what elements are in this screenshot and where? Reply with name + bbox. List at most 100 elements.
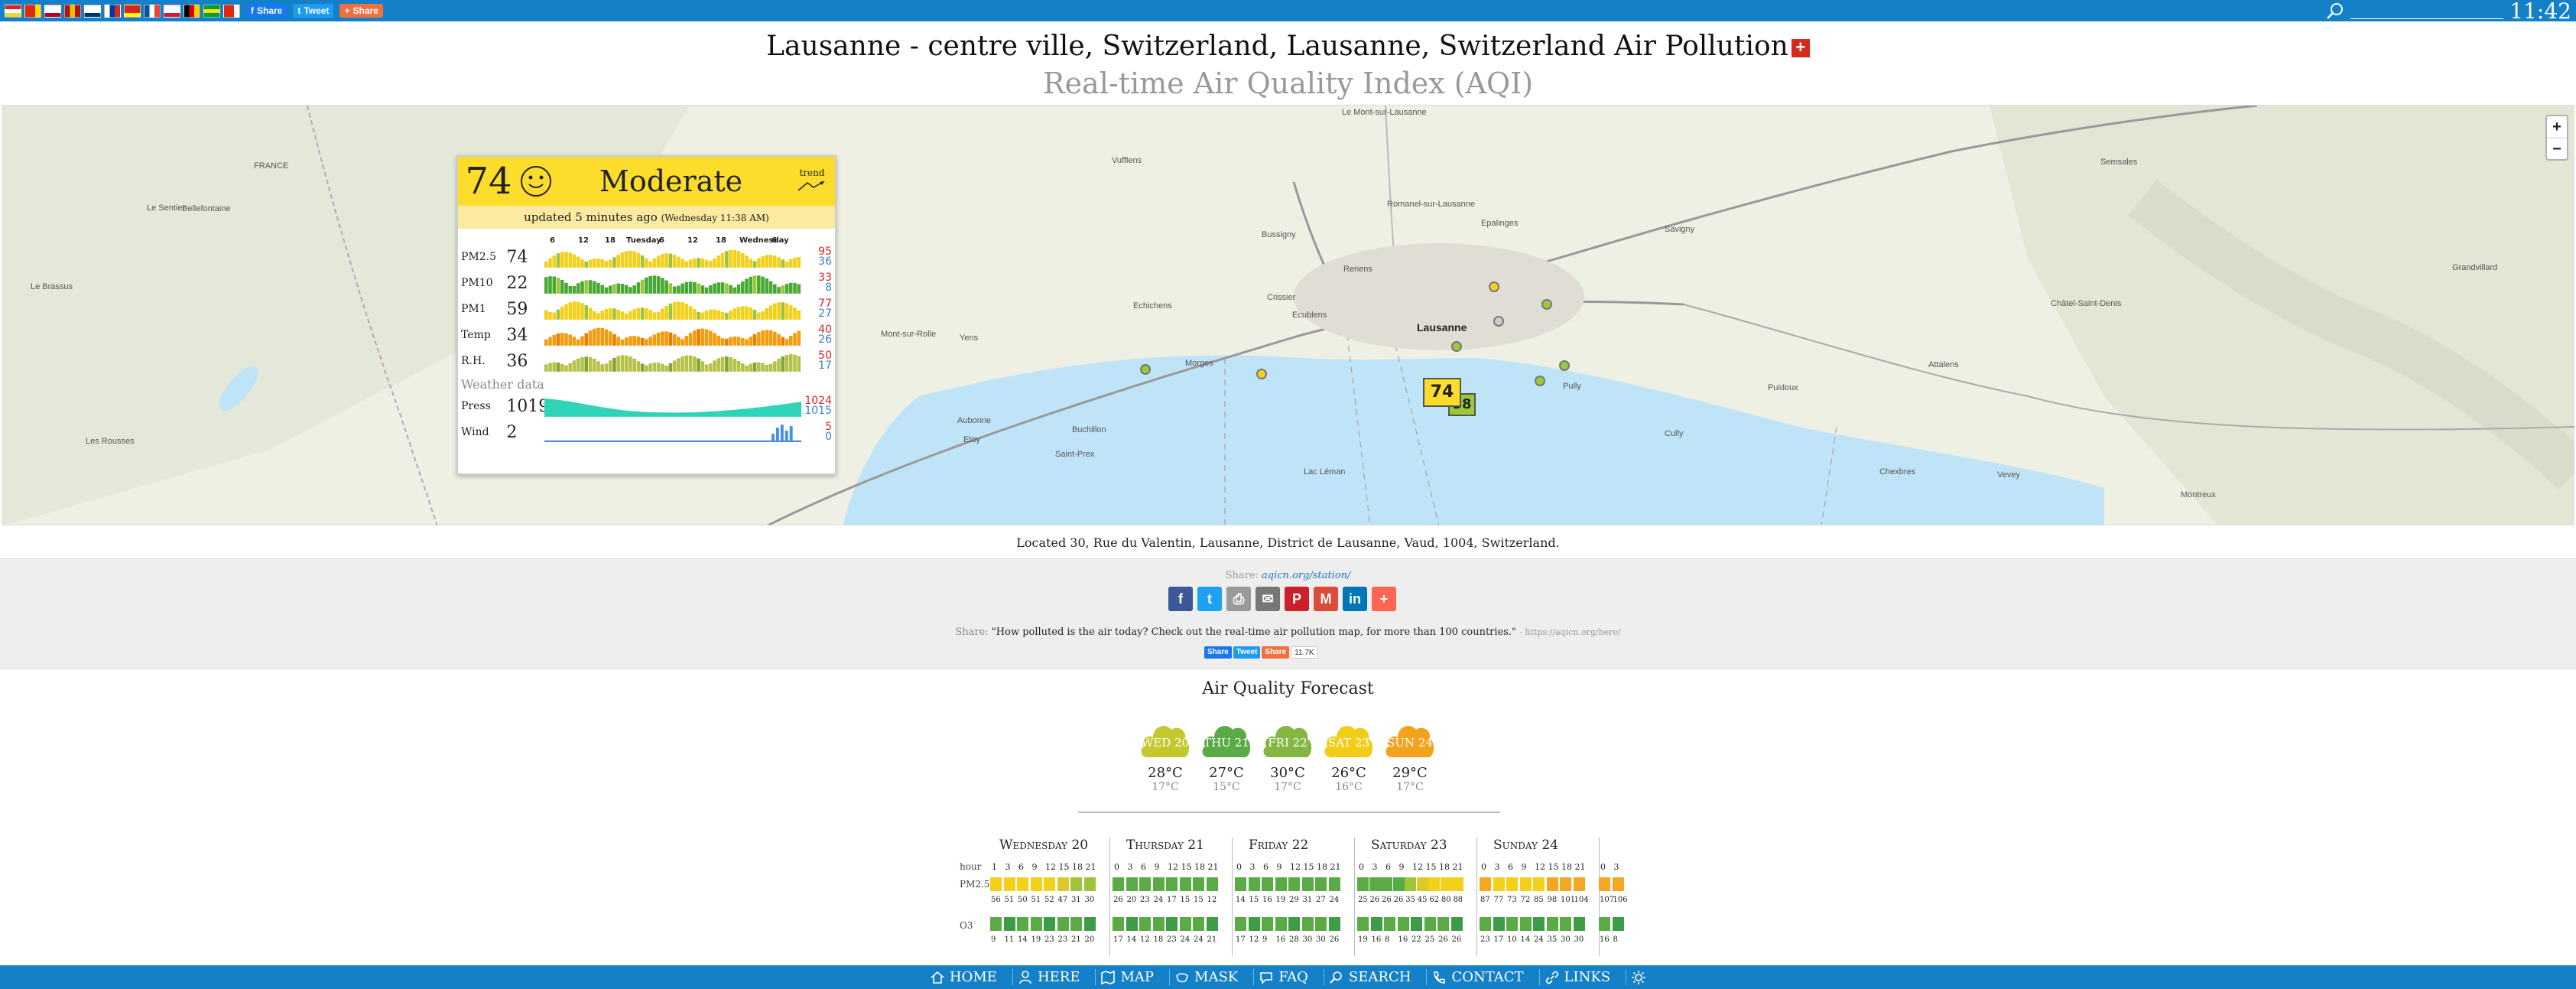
station-dot[interactable] — [1451, 341, 1462, 352]
nav-map[interactable]: MAP — [1095, 969, 1158, 985]
pm25-cell[interactable] — [1440, 877, 1452, 891]
o3-cell[interactable] — [1070, 917, 1082, 931]
o3-cell[interactable] — [1235, 917, 1246, 931]
pm25-cell[interactable] — [1301, 877, 1314, 891]
o3-cell[interactable] — [1533, 917, 1545, 931]
o3-cell[interactable] — [1450, 917, 1463, 931]
o3-cell[interactable] — [1248, 917, 1260, 931]
pm25-cell[interactable] — [1546, 877, 1558, 891]
rh-sparkline[interactable] — [544, 350, 802, 372]
pm25-cell[interactable] — [1612, 877, 1624, 891]
pm25-cell[interactable] — [1573, 877, 1585, 891]
pm25-cell[interactable] — [1152, 877, 1165, 891]
russia-flag-icon[interactable] — [104, 4, 121, 18]
o3-cell[interactable] — [1206, 917, 1218, 931]
pm25-cell[interactable] — [1030, 877, 1042, 891]
o3-cell[interactable] — [1424, 917, 1436, 931]
nav-here[interactable]: HERE — [1012, 969, 1085, 985]
forecast-day-fri[interactable]: FRI 22 30°C 17°C — [1262, 719, 1314, 793]
more-icon[interactable]: + — [1372, 587, 1396, 611]
pm25-cell[interactable] — [1357, 877, 1369, 891]
email-icon[interactable]: ✉ — [1256, 587, 1280, 611]
station-dot[interactable] — [1559, 360, 1570, 371]
o3-cell[interactable] — [1437, 917, 1449, 931]
pm25-cell[interactable] — [1193, 877, 1204, 891]
vietnam-flag-icon[interactable] — [124, 4, 141, 18]
pm25-cell[interactable] — [1369, 877, 1381, 891]
o3-cell[interactable] — [1262, 917, 1273, 931]
o3-cell[interactable] — [1519, 917, 1532, 931]
o3-cell[interactable] — [1003, 917, 1015, 931]
wind-sparkline[interactable] — [544, 421, 802, 443]
station-dot[interactable] — [1541, 299, 1552, 310]
pm25-cell[interactable] — [1235, 877, 1246, 891]
o3-cell[interactable] — [1044, 917, 1055, 931]
germany-flag-icon[interactable] — [184, 4, 200, 18]
gmail-icon[interactable]: M — [1314, 587, 1338, 611]
o3-cell[interactable] — [1301, 917, 1314, 931]
nav-search[interactable]: SEARCH — [1323, 969, 1416, 985]
pm25-cell[interactable] — [1288, 877, 1300, 891]
pm25-cell[interactable] — [1560, 877, 1571, 891]
pm25-cell[interactable] — [1139, 877, 1151, 891]
linkedin-icon[interactable]: in — [1343, 587, 1367, 611]
japan-flag-icon[interactable] — [44, 4, 61, 18]
pm25-cell[interactable] — [1452, 877, 1464, 891]
o3-cell[interactable] — [1560, 917, 1571, 931]
o3-cell[interactable] — [1152, 917, 1165, 931]
o3-cell[interactable] — [1193, 917, 1204, 931]
zoom-in-button[interactable]: + — [2547, 116, 2567, 138]
pm25-cell[interactable] — [1493, 877, 1505, 891]
press-sparkline[interactable] — [544, 395, 802, 417]
pm25-cell[interactable] — [1392, 877, 1405, 891]
korea-flag-icon[interactable] — [84, 4, 101, 18]
pm25-cell[interactable] — [990, 877, 1002, 891]
mini-share-button[interactable]: Share — [1262, 646, 1290, 659]
forecast-day-sun[interactable]: SUN 24 29°C 17°C — [1384, 719, 1436, 793]
pm25-cell[interactable] — [1017, 877, 1028, 891]
forecast-day-thu[interactable]: THU 21 27°C 15°C — [1200, 719, 1252, 793]
print-icon[interactable]: ⎙ — [1226, 587, 1251, 611]
pm1-sparkline[interactable] — [544, 298, 802, 320]
o3-cell[interactable] — [1166, 917, 1178, 931]
search-icon[interactable] — [2326, 2, 2344, 20]
o3-cell[interactable] — [1480, 917, 1491, 931]
pm25-cell[interactable] — [1416, 877, 1428, 891]
station-dot[interactable] — [1493, 316, 1504, 327]
spain-flag-icon[interactable] — [64, 4, 81, 18]
station-marker-main[interactable]: 74 — [1423, 378, 1461, 407]
france-flag-icon[interactable] — [144, 4, 161, 18]
tweet-button[interactable]: t Tweet — [293, 4, 334, 18]
o3-cell[interactable] — [1017, 917, 1028, 931]
china-flag-icon[interactable] — [24, 4, 41, 18]
o3-cell[interactable] — [1546, 917, 1558, 931]
pm25-cell[interactable] — [1248, 877, 1260, 891]
station-dot[interactable] — [1256, 369, 1267, 379]
pm25-cell[interactable] — [1179, 877, 1191, 891]
mini-facebook-button[interactable]: Share — [1204, 646, 1232, 659]
pm25-cell[interactable] — [1405, 877, 1417, 891]
pm25-cell[interactable] — [1044, 877, 1055, 891]
pm25-cell[interactable] — [1533, 877, 1545, 891]
nav-links[interactable]: LINKS — [1538, 969, 1616, 985]
o3-cell[interactable] — [1179, 917, 1191, 931]
pinterest-icon[interactable]: P — [1285, 587, 1309, 611]
pm25-cell[interactable] — [1166, 877, 1178, 891]
pm25-cell[interactable] — [1480, 877, 1491, 891]
station-dot[interactable] — [1140, 364, 1151, 375]
pm25-sparkline[interactable] — [544, 246, 802, 268]
pm25-cell[interactable] — [1506, 877, 1518, 891]
o3-cell[interactable] — [1315, 917, 1327, 931]
station-dot[interactable] — [1535, 376, 1545, 386]
pm25-cell[interactable] — [1113, 877, 1124, 891]
station-dot[interactable] — [1489, 281, 1499, 292]
o3-cell[interactable] — [1288, 917, 1300, 931]
poland-flag-icon[interactable] — [164, 4, 180, 18]
share-url-link[interactable]: aqicn.org/station/ — [1262, 570, 1350, 581]
share-button[interactable]: + Share — [339, 4, 383, 18]
o3-cell[interactable] — [1612, 917, 1624, 931]
o3-cell[interactable] — [990, 917, 1002, 931]
o3-cell[interactable] — [1139, 917, 1151, 931]
o3-cell[interactable] — [1493, 917, 1505, 931]
nav-home[interactable]: HOME — [925, 969, 1002, 985]
